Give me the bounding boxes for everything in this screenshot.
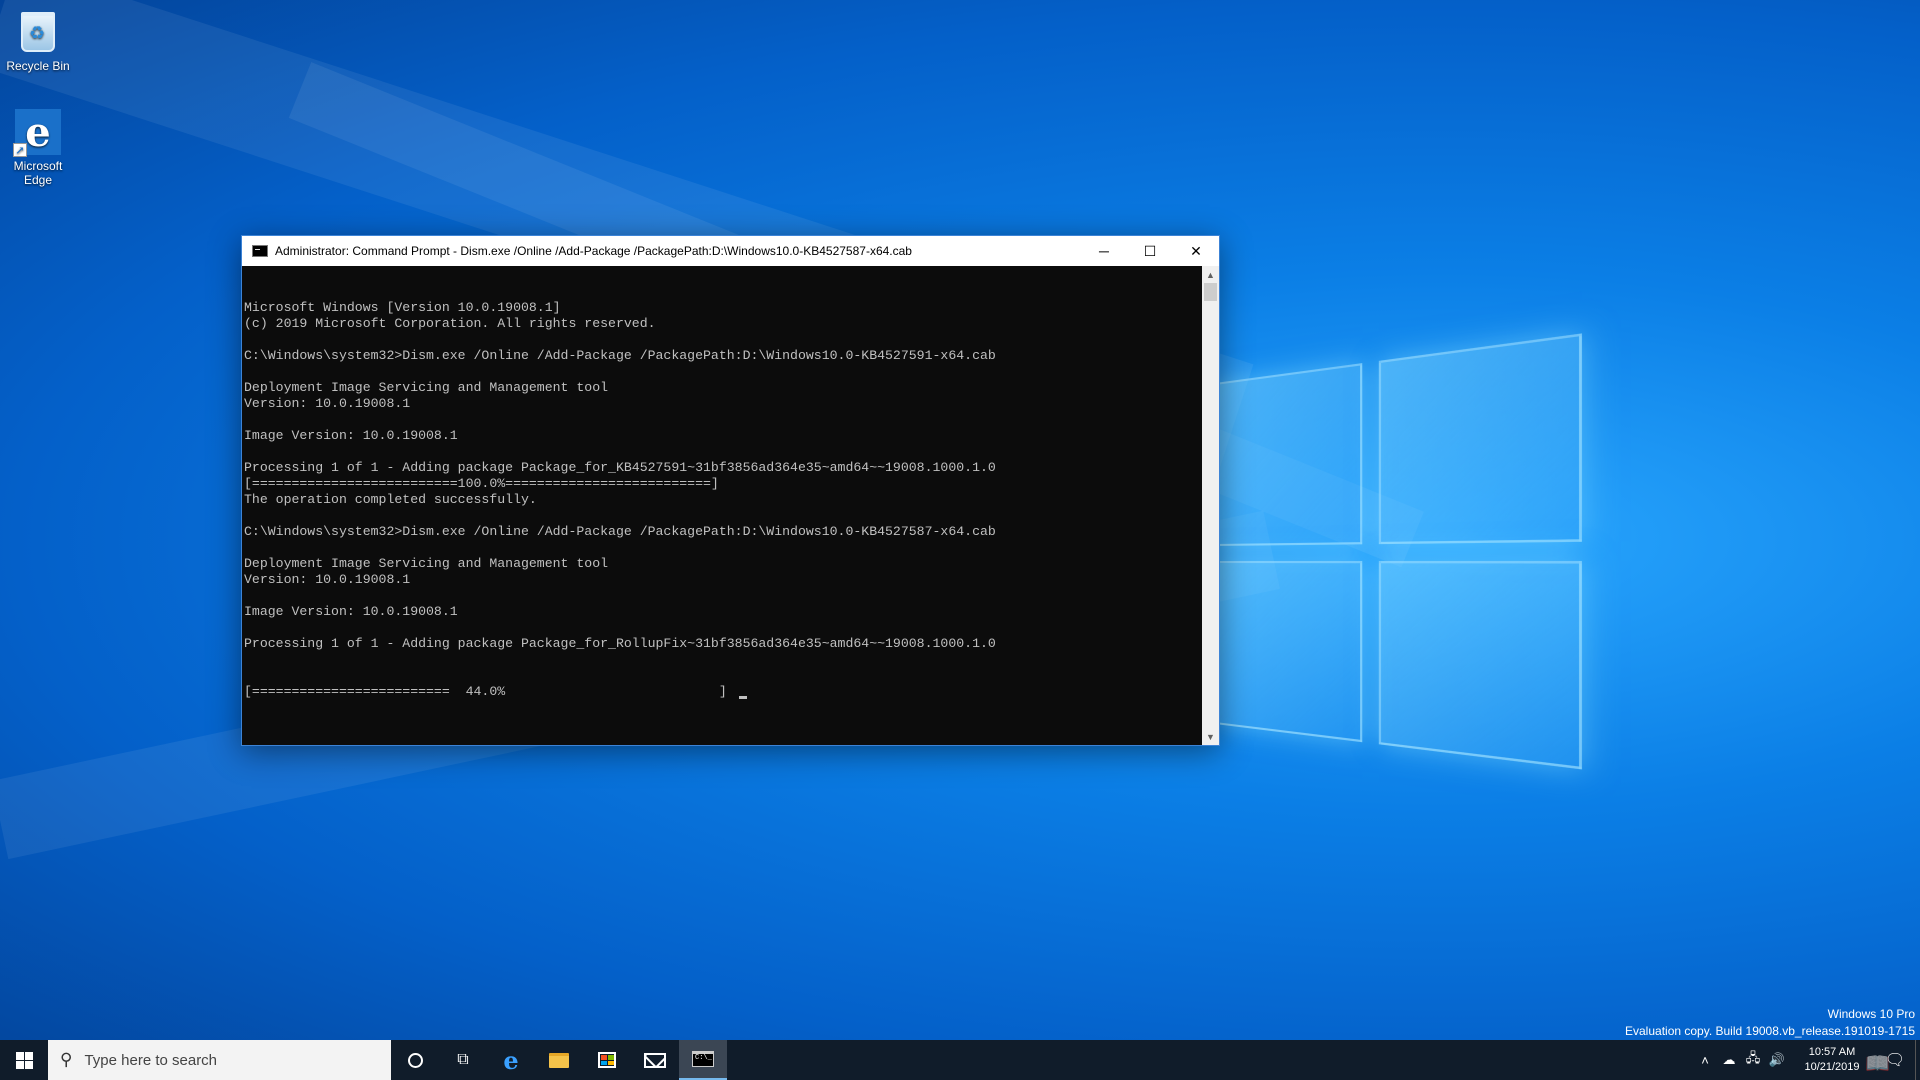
network-icon[interactable]: 🖧 <box>1741 1049 1765 1071</box>
console-line <box>244 332 1202 348</box>
volume-icon[interactable]: 🔊 <box>1765 1052 1789 1068</box>
console-line <box>244 588 1202 604</box>
windows-logo-wallpaper <box>1215 333 1582 788</box>
command-prompt-window[interactable]: Administrator: Command Prompt - Dism.exe… <box>241 235 1220 746</box>
overlay-logo-watermark: 📖 <box>1865 1051 1890 1076</box>
taskbar-clock[interactable]: 10:57 AM 10/21/2019 <box>1789 1045 1875 1075</box>
scroll-up-icon[interactable]: ▲ <box>1202 266 1219 283</box>
clock-time: 10:57 AM <box>1789 1045 1875 1060</box>
desktop-icon-microsoft-edge[interactable]: e ↗ Microsoft Edge <box>0 108 76 187</box>
maximize-button[interactable]: ☐ <box>1127 236 1173 266</box>
console-line: C:\Windows\system32>Dism.exe /Online /Ad… <box>244 348 1202 364</box>
task-view-button[interactable]: ⧉ <box>439 1040 487 1080</box>
console-output[interactable]: Microsoft Windows [Version 10.0.19008.1]… <box>242 266 1202 745</box>
command-prompt-icon[interactable] <box>252 245 268 257</box>
windows-start-icon <box>16 1052 33 1069</box>
wallpaper-pane <box>1379 333 1582 544</box>
task-view-icon: ⧉ <box>457 1051 468 1069</box>
mail-icon <box>644 1053 666 1068</box>
show-hidden-icons-chevron-icon[interactable]: ˄ <box>1693 1053 1717 1068</box>
start-button[interactable] <box>0 1040 48 1080</box>
taskbar-mail-button[interactable] <box>631 1040 679 1080</box>
console-line <box>244 364 1202 380</box>
console-line <box>244 444 1202 460</box>
console-line: Image Version: 10.0.19008.1 <box>244 604 1202 620</box>
console-line: Deployment Image Servicing and Managemen… <box>244 556 1202 572</box>
console-line: Microsoft Windows [Version 10.0.19008.1] <box>244 300 1202 316</box>
store-icon <box>598 1052 616 1068</box>
console-progress-line: [========================= 44.0% ] <box>244 684 1202 700</box>
console-line <box>244 412 1202 428</box>
minimize-button[interactable]: ─ <box>1081 236 1127 266</box>
console-line: (c) 2019 Microsoft Corporation. All righ… <box>244 316 1202 332</box>
text-cursor <box>739 696 747 699</box>
taskbar-file-explorer-button[interactable] <box>535 1040 583 1080</box>
search-placeholder: Type here to search <box>84 1052 217 1069</box>
desktop-icon-label: Microsoft Edge <box>0 159 76 187</box>
progress-bar-text: [========================= 44.0% ] <box>244 684 727 699</box>
cortana-icon <box>408 1053 423 1068</box>
console-line: Processing 1 of 1 - Adding package Packa… <box>244 636 1202 652</box>
desktop-icon-recycle-bin[interactable]: Recycle Bin <box>0 8 76 73</box>
scroll-down-icon[interactable]: ▼ <box>1202 728 1219 745</box>
file-explorer-icon <box>549 1053 569 1068</box>
console-line: C:\Windows\system32>Dism.exe /Online /Ad… <box>244 524 1202 540</box>
wallpaper-pane <box>1215 561 1362 742</box>
wallpaper-pane <box>1215 363 1362 546</box>
console-line: Deployment Image Servicing and Managemen… <box>244 380 1202 396</box>
taskbar-search-box[interactable]: ⚲ Type here to search <box>48 1040 391 1080</box>
edge-icon: e <box>503 1046 518 1075</box>
evaluation-watermark: Windows 10 Pro Evaluation copy. Build 19… <box>1625 1006 1915 1040</box>
console-line: [==========================100.0%=======… <box>244 476 1202 492</box>
console-line <box>244 620 1202 636</box>
watermark-edition: Windows 10 Pro <box>1625 1006 1915 1023</box>
wallpaper-pane <box>1379 561 1582 769</box>
show-desktop-button[interactable] <box>1915 1040 1920 1080</box>
vertical-scrollbar[interactable]: ▲ ▼ <box>1202 266 1219 745</box>
taskbar-edge-button[interactable]: e <box>487 1040 535 1080</box>
window-titlebar[interactable]: Administrator: Command Prompt - Dism.exe… <box>242 236 1219 266</box>
console-line: The operation completed successfully. <box>244 492 1202 508</box>
onedrive-cloud-icon[interactable]: ☁ <box>1717 1052 1741 1068</box>
console-line: Version: 10.0.19008.1 <box>244 572 1202 588</box>
cortana-button[interactable] <box>391 1040 439 1080</box>
recycle-bin-icon <box>14 8 62 56</box>
taskbar: ⚲ Type here to search ⧉ e C:\_ ˄ ☁ 🖧 🔊 1… <box>0 1040 1920 1080</box>
watermark-build: Evaluation copy. Build 19008.vb_release.… <box>1625 1023 1915 1040</box>
taskbar-command-prompt-button[interactable]: C:\_ <box>679 1040 727 1080</box>
close-button[interactable]: ✕ <box>1173 236 1219 266</box>
console-line: Processing 1 of 1 - Adding package Packa… <box>244 460 1202 476</box>
console-line <box>244 540 1202 556</box>
desktop-icon-label: Recycle Bin <box>0 59 76 73</box>
window-controls: ─ ☐ ✕ <box>1081 236 1219 266</box>
console-line: Version: 10.0.19008.1 <box>244 396 1202 412</box>
scrollbar-thumb[interactable] <box>1204 283 1217 301</box>
console-lines: Microsoft Windows [Version 10.0.19008.1]… <box>244 300 1202 652</box>
console-line <box>244 508 1202 524</box>
window-title: Administrator: Command Prompt - Dism.exe… <box>275 244 912 258</box>
clock-date: 10/21/2019 <box>1789 1060 1875 1075</box>
taskbar-store-button[interactable] <box>583 1040 631 1080</box>
search-icon: ⚲ <box>60 1050 72 1070</box>
console-line: Image Version: 10.0.19008.1 <box>244 428 1202 444</box>
command-prompt-icon: C:\_ <box>692 1051 714 1067</box>
edge-icon: e ↗ <box>14 108 62 156</box>
